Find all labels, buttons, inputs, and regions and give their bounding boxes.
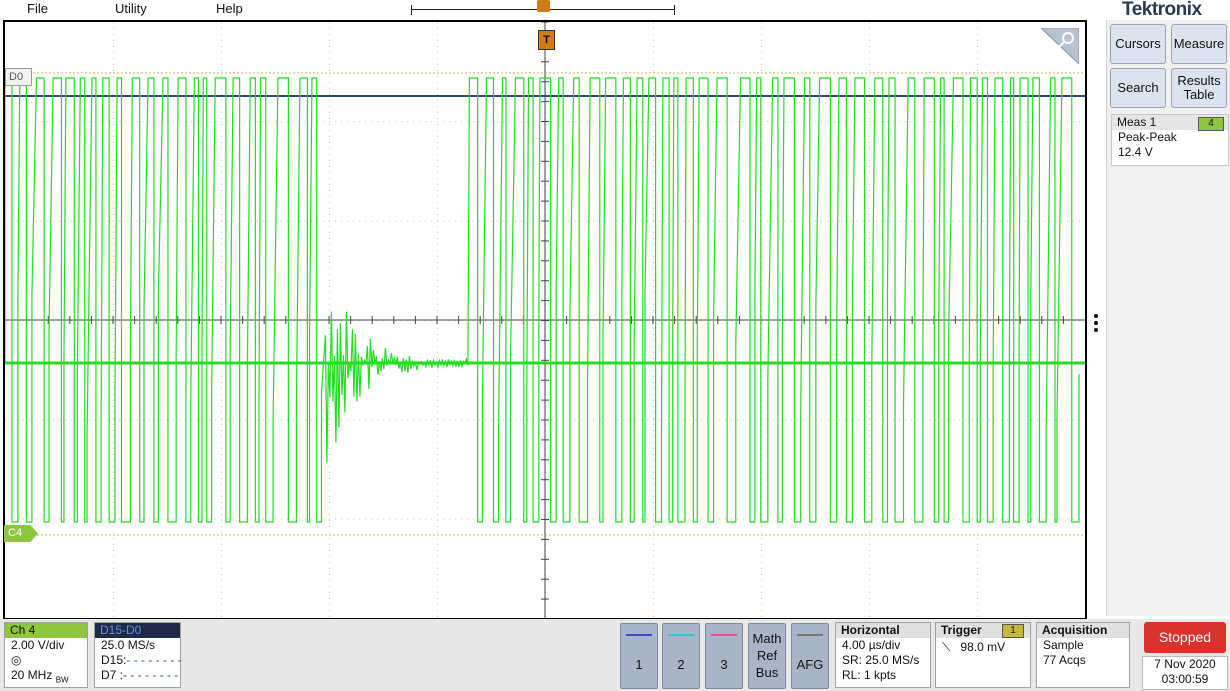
- meas-channel-badge: 4: [1198, 117, 1224, 131]
- acquisition-badge[interactable]: Acquisition Sample 77 Acqs: [1036, 622, 1130, 688]
- menu-help[interactable]: Help: [216, 1, 243, 16]
- time: 03:00:59: [1161, 672, 1209, 686]
- cursors-button[interactable]: Cursors: [1110, 24, 1166, 64]
- falling-edge-icon: ⟍: [942, 640, 951, 654]
- trigger-level: 98.0 mV: [960, 640, 1006, 654]
- ch4-bw: 20 MHz: [11, 668, 53, 682]
- more-options-icon[interactable]: [1094, 314, 1100, 335]
- d0-label[interactable]: D0: [5, 68, 32, 86]
- horizontal-scale: 4.00 µs/div: [842, 638, 901, 652]
- ch4-title: Ch 4: [5, 623, 87, 638]
- brand-logo: Tektronix: [1122, 0, 1202, 20]
- date: 7 Nov 2020: [1154, 657, 1216, 671]
- zoom-icon[interactable]: [1041, 28, 1079, 64]
- waveform-view[interactable]: [3, 20, 1087, 620]
- search-button[interactable]: Search: [1110, 68, 1166, 108]
- ch4-badge[interactable]: Ch 4 2.00 V/div ◎ 20 MHz BW: [4, 622, 88, 688]
- channel-2-button[interactable]: 2: [662, 623, 700, 689]
- meas-type: Peak-Peak: [1118, 130, 1177, 144]
- acquisition-mode: Sample: [1043, 638, 1084, 652]
- channel-3-button[interactable]: 3: [705, 623, 743, 689]
- d15-label: D15:: [101, 653, 127, 667]
- trigger-title: Trigger: [941, 623, 982, 637]
- waveform-svg: [5, 22, 1085, 618]
- measure-button[interactable]: Measure: [1171, 24, 1227, 64]
- menu-utility[interactable]: Utility: [115, 1, 147, 16]
- acquisition-count: 77 Acqs: [1043, 653, 1086, 667]
- digital-badge[interactable]: D15-D0 25.0 MS/s D15:- - - - - - - - D7 …: [94, 622, 182, 688]
- results-table-button[interactable]: Results Table: [1171, 68, 1227, 108]
- horizontal-badge[interactable]: Horizontal 4.00 µs/div SR: 25.0 MS/s RL:…: [835, 622, 931, 688]
- digital-rate: 25.0 MS/s: [101, 638, 156, 652]
- date-time[interactable]: 7 Nov 2020 03:00:59: [1142, 656, 1228, 690]
- horizontal-position-marker[interactable]: [537, 0, 550, 12]
- right-panel: [1106, 20, 1230, 616]
- trigger-badge[interactable]: Trigger 1 ⟍ 98.0 mV: [935, 622, 1031, 688]
- digital-title: D15-D0: [95, 623, 180, 638]
- run-stop-button[interactable]: Stopped: [1144, 622, 1226, 653]
- meas1-card[interactable]: Meas 1 4 Peak-Peak 12.4 V: [1111, 114, 1229, 166]
- meas-value: 12.4 V: [1118, 145, 1153, 159]
- trigger-source: 1: [1002, 624, 1024, 638]
- horizontal-title: Horizontal: [836, 623, 930, 638]
- math-ref-bus-button[interactable]: Math Ref Bus: [748, 623, 786, 689]
- probe-icon: ◎: [11, 653, 22, 667]
- ch4-scale: 2.00 V/div: [11, 638, 65, 652]
- trigger-position-flag[interactable]: T: [538, 30, 555, 50]
- record-length: RL: 1 kpts: [842, 668, 897, 682]
- meas-title: Meas 1: [1117, 115, 1157, 129]
- afg-button[interactable]: AFG: [791, 623, 829, 689]
- menu-file[interactable]: File: [27, 1, 48, 16]
- d7-label: D7 :: [101, 668, 124, 682]
- bw-limit-icon: BW: [55, 675, 69, 685]
- sample-rate: SR: 25.0 MS/s: [842, 653, 920, 667]
- acquisition-title: Acquisition: [1037, 623, 1129, 638]
- channel-1-button[interactable]: 1: [620, 623, 658, 689]
